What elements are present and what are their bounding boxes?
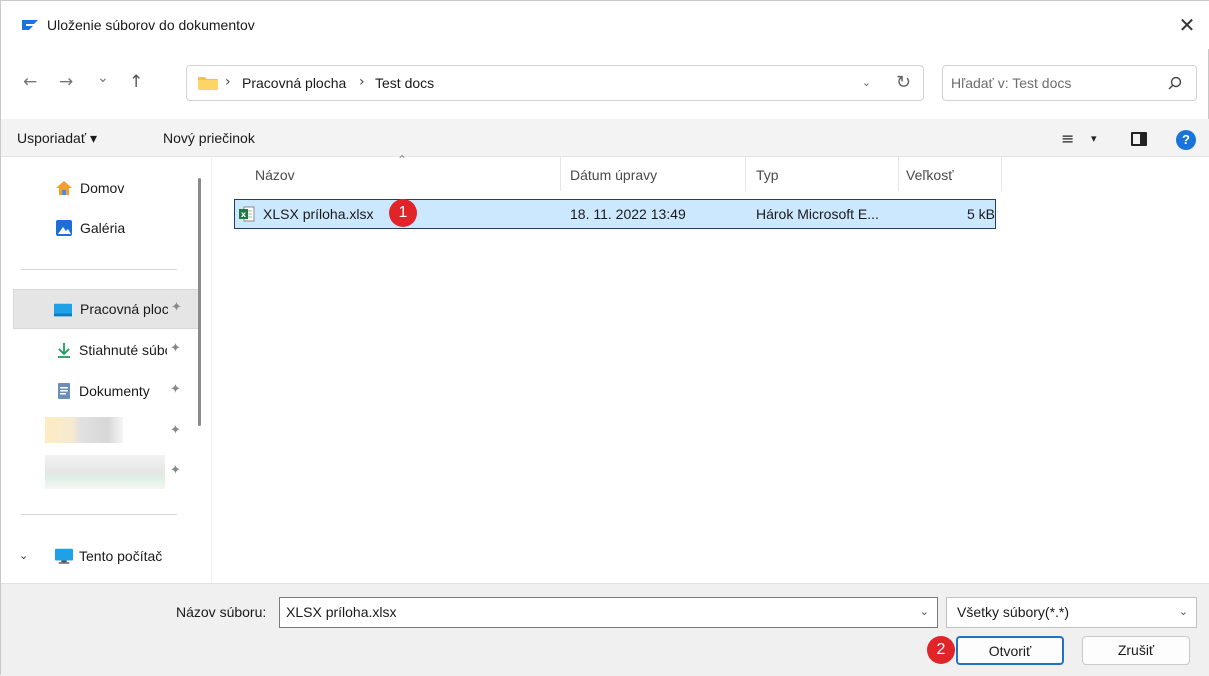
pin-icon: ✦ (170, 382, 181, 397)
sidebar-item-desktop[interactable]: Pracovná plocha ✦ (13, 289, 201, 329)
search-icon[interactable] (1168, 76, 1182, 90)
documents-icon (58, 383, 70, 399)
recent-locations-icon[interactable]: ⌄ (97, 69, 109, 87)
breadcrumb-desktop[interactable]: Pracovná plocha (242, 75, 346, 91)
annotation-badge-2: 2 (927, 636, 955, 664)
help-icon[interactable]: ? (1176, 130, 1196, 150)
desktop-icon (54, 303, 72, 317)
sidebar-divider (21, 269, 177, 270)
gallery-icon (56, 220, 72, 236)
chevron-down-icon[interactable]: ⌄ (1179, 605, 1188, 618)
annotation-badge-1: 1 (389, 199, 417, 227)
pin-icon: ✦ (170, 463, 181, 478)
pin-icon: ✦ (170, 341, 181, 356)
search-box[interactable]: Hľadať v: Test docs (942, 65, 1197, 101)
sidebar-item-gallery[interactable]: Galéria (13, 209, 203, 247)
up-folder-icon[interactable]: ↑ (129, 73, 143, 91)
column-header-name[interactable]: Názov (255, 167, 295, 183)
forward-icon[interactable]: → (59, 73, 73, 91)
sidebar-item-label: Dokumenty (79, 383, 150, 399)
cancel-button[interactable]: Zrušiť (1082, 636, 1190, 665)
open-button[interactable]: Otvoriť (956, 636, 1064, 665)
sidebar-divider (21, 514, 177, 515)
dialog-footer: Názov súboru: XLSX príloha.xlsx ⌄ Všetky… (1, 583, 1209, 676)
sidebar-item-blurred[interactable]: ✦ (13, 453, 203, 491)
view-options-icon[interactable]: ≡ (1061, 129, 1074, 148)
folder-icon (198, 77, 218, 90)
new-folder-button[interactable]: Nový priečinok (163, 130, 255, 146)
home-icon (56, 181, 72, 195)
sidebar-item-label: Stiahnuté súbory (79, 342, 167, 358)
breadcrumb-separator: › (359, 74, 365, 90)
column-header-type[interactable]: Typ (756, 167, 779, 183)
organize-menu[interactable]: Usporiadať ▾ (17, 130, 97, 147)
chevron-down-icon[interactable]: ⌄ (920, 605, 929, 618)
excel-file-icon: x (239, 206, 255, 222)
column-separator[interactable] (745, 157, 746, 191)
sidebar-scrollbar[interactable] (198, 178, 201, 426)
refresh-icon[interactable]: ↻ (896, 72, 911, 93)
column-header-size[interactable]: Veľkosť (906, 167, 953, 183)
window-title: Uloženie súborov do dokumentov (47, 17, 255, 33)
address-dropdown-icon[interactable]: ⌄ (862, 76, 871, 89)
search-placeholder: Hľadať v: Test docs (951, 75, 1072, 91)
column-header-modified[interactable]: Dátum úpravy (570, 167, 657, 183)
file-name: XLSX príloha.xlsx (263, 206, 374, 222)
computer-icon (55, 548, 73, 564)
sidebar-item-label: Galéria (80, 220, 126, 236)
filetype-select[interactable]: Všetky súbory(*.*) ⌄ (946, 597, 1197, 628)
file-list: ⌃ Názov Dátum úpravy Typ Veľkosť x XLSX … (211, 153, 1209, 583)
file-type: Hárok Microsoft E... (756, 206, 879, 222)
filename-input[interactable]: XLSX príloha.xlsx ⌄ (279, 597, 938, 628)
sidebar-item-label: Pracovná plocha (80, 301, 168, 317)
file-modified: 18. 11. 2022 13:49 (570, 206, 686, 222)
back-icon[interactable]: ← (23, 73, 37, 91)
table-row[interactable]: x XLSX príloha.xlsx 18. 11. 2022 13:49 H… (234, 199, 996, 229)
sidebar-item-downloads[interactable]: Stiahnuté súbory ✦ (13, 331, 203, 369)
file-size: 5 kB (967, 206, 996, 222)
navigation-pane: Domov Galéria Pracovná plocha ✦ St (1, 157, 209, 583)
pin-icon: ✦ (171, 300, 182, 315)
blurred-placeholder (45, 455, 165, 489)
view-dropdown-icon[interactable]: ▾ (1091, 132, 1097, 145)
svg-text:x: x (241, 210, 247, 219)
column-separator[interactable] (1001, 157, 1002, 191)
sidebar-item-label: Tento počítač (79, 548, 163, 564)
filename-value: XLSX príloha.xlsx (286, 604, 397, 620)
sidebar-item-home[interactable]: Domov (13, 169, 203, 207)
breadcrumb-test-docs[interactable]: Test docs (375, 75, 434, 91)
app-icon (22, 20, 38, 30)
sidebar-item-documents[interactable]: Dokumenty ✦ (13, 372, 203, 410)
breadcrumb-separator: › (225, 74, 231, 90)
column-separator[interactable] (560, 157, 561, 191)
column-separator[interactable] (898, 157, 899, 191)
close-button[interactable]: ✕ (1164, 1, 1209, 49)
sidebar-item-this-pc[interactable]: Tento počítač (13, 537, 203, 575)
address-bar[interactable]: › Pracovná plocha › Test docs ⌄ ↻ (186, 65, 924, 101)
sidebar-item-label: Domov (80, 180, 125, 196)
title-bar: Uloženie súborov do dokumentov ✕ (1, 1, 1209, 49)
sort-ascending-icon: ⌃ (397, 153, 408, 167)
sidebar-item-blurred[interactable]: ✦ (13, 413, 203, 451)
preview-pane-icon[interactable] (1131, 132, 1147, 146)
command-bar: Usporiadať ▾ Nový priečinok ≡ ▾ ? (1, 119, 1209, 157)
blurred-placeholder (45, 417, 123, 443)
filename-label: Názov súboru: (176, 604, 267, 620)
pin-icon: ✦ (170, 423, 181, 438)
file-dialog: Uloženie súborov do dokumentov ✕ ← → ⌄ ↑… (0, 0, 1209, 676)
filetype-value: Všetky súbory(*.*) (957, 604, 1070, 620)
download-icon (58, 343, 70, 358)
